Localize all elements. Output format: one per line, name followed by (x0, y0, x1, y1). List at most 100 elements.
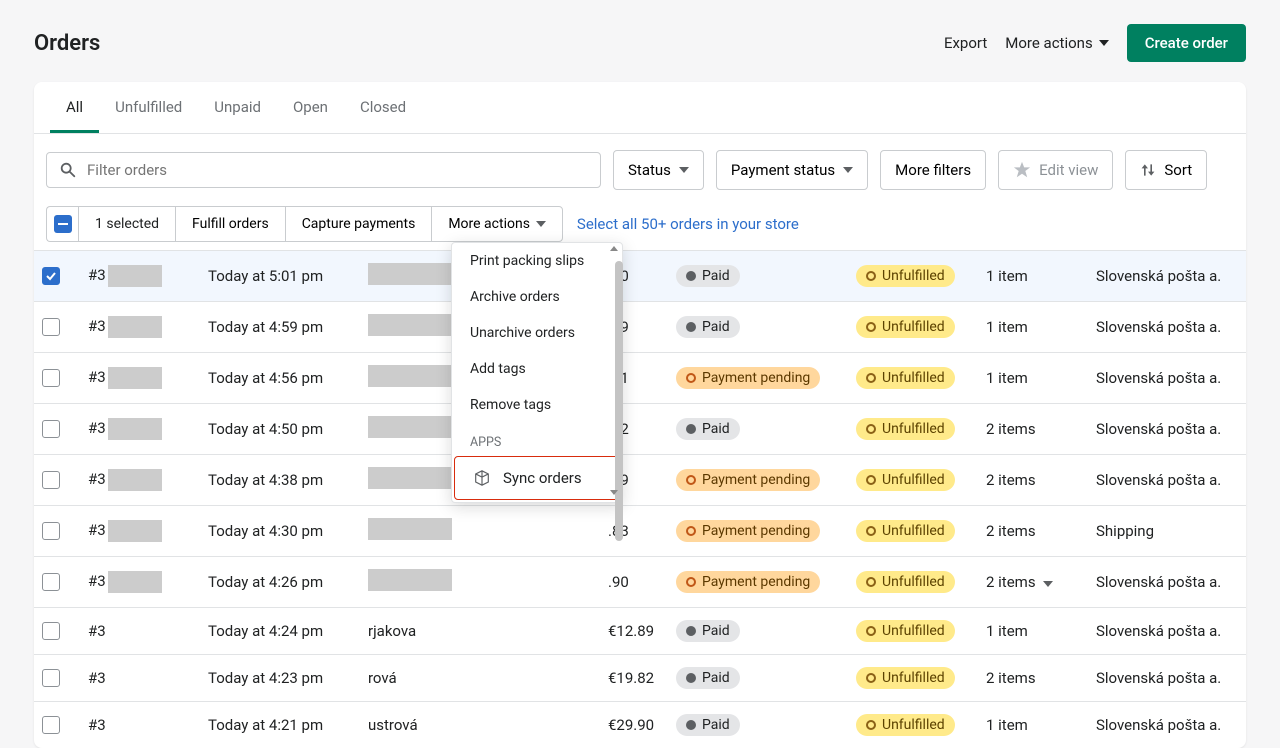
payment-badge: Payment pending (676, 367, 820, 389)
bulk-checkbox[interactable] (46, 206, 78, 242)
items-count: 1 item (978, 251, 1088, 302)
redacted (368, 263, 452, 285)
row-checkbox[interactable] (42, 471, 60, 489)
scroll-down-icon[interactable] (610, 490, 618, 495)
payment-status-filter[interactable]: Payment status (716, 150, 868, 190)
order-number: #3 (88, 266, 106, 284)
page-title: Orders (34, 31, 100, 56)
row-checkbox[interactable] (42, 573, 60, 591)
table-row[interactable]: #3 Today at 4:56 pm .51 Payment pending … (34, 353, 1246, 404)
payment-badge: Paid (676, 667, 740, 689)
bulk-more-actions-button[interactable]: More actions (431, 206, 563, 242)
check-icon (45, 270, 57, 282)
more-actions-header-label: More actions (1005, 34, 1092, 52)
row-checkbox[interactable] (42, 669, 60, 687)
search-box[interactable] (46, 152, 601, 188)
redacted (368, 365, 452, 387)
more-filters-button[interactable]: More filters (880, 150, 986, 190)
dot-icon (686, 424, 696, 434)
row-checkbox[interactable] (42, 420, 60, 438)
table-row[interactable]: #3 Today at 4:24 pm rjakova €12.89 Paid … (34, 608, 1246, 655)
bulk-more-actions-dropdown: Print packing slips Archive orders Unarc… (451, 242, 623, 503)
sort-button[interactable]: Sort (1125, 150, 1207, 190)
capture-payments-button[interactable]: Capture payments (285, 206, 432, 242)
redacted (368, 314, 452, 336)
table-row[interactable]: #3 Today at 4:30 pm .83 Payment pending … (34, 506, 1246, 557)
export-button[interactable]: Export (944, 34, 987, 52)
table-row[interactable]: #3 Today at 4:26 pm .90 Payment pending … (34, 557, 1246, 608)
tab-unfulfilled[interactable]: Unfulfilled (99, 82, 198, 133)
table-row[interactable]: #3 Today at 4:50 pm .82 Paid Unfulfilled… (34, 404, 1246, 455)
row-checkbox[interactable] (42, 369, 60, 387)
dot-ring-icon (686, 475, 696, 485)
row-checkbox[interactable] (42, 522, 60, 540)
order-date: Today at 5:01 pm (200, 251, 360, 302)
redacted (108, 469, 162, 491)
order-number: #3 (88, 669, 106, 687)
table-row[interactable]: #3 Today at 4:38 pm .79 Payment pending … (34, 455, 1246, 506)
fulfill-orders-button[interactable]: Fulfill orders (175, 206, 285, 242)
tabs: All Unfulfilled Unpaid Open Closed (34, 82, 1246, 134)
tab-closed[interactable]: Closed (344, 82, 422, 133)
edit-view-button[interactable]: Edit view (998, 150, 1113, 190)
delivery-method: Shipping (1088, 506, 1246, 557)
tab-open[interactable]: Open (277, 82, 344, 133)
order-number: #3 (88, 368, 106, 386)
items-count: 2 items (978, 557, 1088, 608)
tab-unpaid[interactable]: Unpaid (198, 82, 277, 133)
dropdown-sync-orders[interactable]: Sync orders (454, 456, 620, 500)
search-input[interactable] (87, 161, 588, 179)
fulfillment-badge: Unfulfilled (856, 265, 955, 287)
dropdown-unarchive-orders[interactable]: Unarchive orders (452, 315, 622, 351)
order-date: Today at 4:23 pm (200, 655, 360, 702)
dropdown-scrollbar[interactable] (615, 261, 623, 541)
redacted (108, 265, 162, 287)
dot-ring-icon (686, 373, 696, 383)
dot-icon (686, 271, 696, 281)
table-row[interactable]: #3 Today at 4:23 pm rová €19.82 Paid Unf… (34, 655, 1246, 702)
row-checkbox[interactable] (42, 318, 60, 336)
row-checkbox[interactable] (42, 622, 60, 640)
chevron-down-icon (536, 221, 546, 227)
chevron-down-icon[interactable] (1043, 581, 1053, 587)
row-checkbox[interactable] (42, 267, 60, 285)
scroll-up-icon[interactable] (610, 246, 618, 251)
total: €19.82 (600, 655, 668, 702)
dot-icon (686, 673, 696, 683)
delivery-method: Slovenská pošta a. (1088, 251, 1246, 302)
bulk-more-label: More actions (448, 216, 530, 232)
fulfillment-badge: Unfulfilled (856, 367, 955, 389)
dot-ring-icon (866, 424, 876, 434)
fulfillment-badge: Unfulfilled (856, 667, 955, 689)
customer-cell: ustrová (360, 702, 600, 748)
dot-ring-icon (866, 271, 876, 281)
redacted (368, 467, 452, 489)
indeterminate-icon (58, 223, 68, 225)
dot-ring-icon (866, 626, 876, 636)
star-icon (1013, 161, 1031, 179)
redacted (368, 569, 452, 591)
dropdown-print-packing-slips[interactable]: Print packing slips (452, 243, 622, 279)
table-row[interactable]: #3 Today at 4:21 pm ustrová €29.90 Paid … (34, 702, 1246, 748)
search-icon (59, 161, 77, 179)
dot-icon (686, 720, 696, 730)
tab-all[interactable]: All (50, 82, 99, 133)
dropdown-add-tags[interactable]: Add tags (452, 351, 622, 387)
delivery-method: Slovenská pošta a. (1088, 557, 1246, 608)
select-all-link[interactable]: Select all 50+ orders in your store (577, 215, 799, 233)
dropdown-remove-tags[interactable]: Remove tags (452, 387, 622, 423)
payment-badge: Payment pending (676, 469, 820, 491)
table-row[interactable]: #3 Today at 5:01 pm .90 Paid Unfulfilled… (34, 251, 1246, 302)
more-actions-header-button[interactable]: More actions (1005, 34, 1108, 52)
create-order-button[interactable]: Create order (1127, 24, 1246, 62)
row-checkbox[interactable] (42, 716, 60, 734)
delivery-method: Slovenská pošta a. (1088, 655, 1246, 702)
dropdown-archive-orders[interactable]: Archive orders (452, 279, 622, 315)
bulk-actions-bar: 1 selected Fulfill orders Capture paymen… (34, 206, 1246, 250)
dot-icon (686, 626, 696, 636)
dot-ring-icon (866, 720, 876, 730)
status-filter[interactable]: Status (613, 150, 704, 190)
table-row[interactable]: #3 Today at 4:59 pm .89 Paid Unfulfilled… (34, 302, 1246, 353)
redacted (368, 416, 452, 438)
payment-badge: Payment pending (676, 520, 820, 542)
